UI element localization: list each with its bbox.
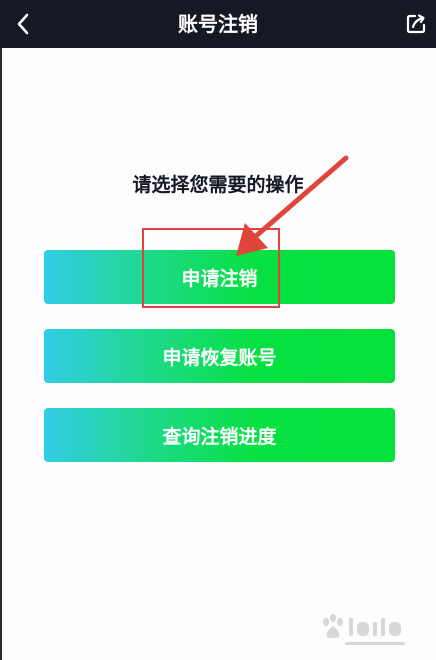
navigation-bar: 账号注销 [0,0,436,48]
share-external-icon[interactable] [404,12,428,36]
query-deletion-progress-button[interactable]: 查询注销进度 [44,408,395,462]
chevron-left-icon[interactable] [10,10,38,38]
page-title: 账号注销 [178,12,258,36]
baidu-watermark-icon [323,614,405,645]
left-edge-shadow [0,48,2,660]
operation-prompt: 请选择您需要的操作 [132,174,304,196]
apply-deletion-button[interactable]: 申请注销 [44,250,395,304]
apply-restore-account-button[interactable]: 申请恢复账号 [44,329,395,383]
account-deletion-screen: 账号注销 请选择您需要的操作 申请注销 申请恢复账号 查询注销进度 [0,0,436,660]
